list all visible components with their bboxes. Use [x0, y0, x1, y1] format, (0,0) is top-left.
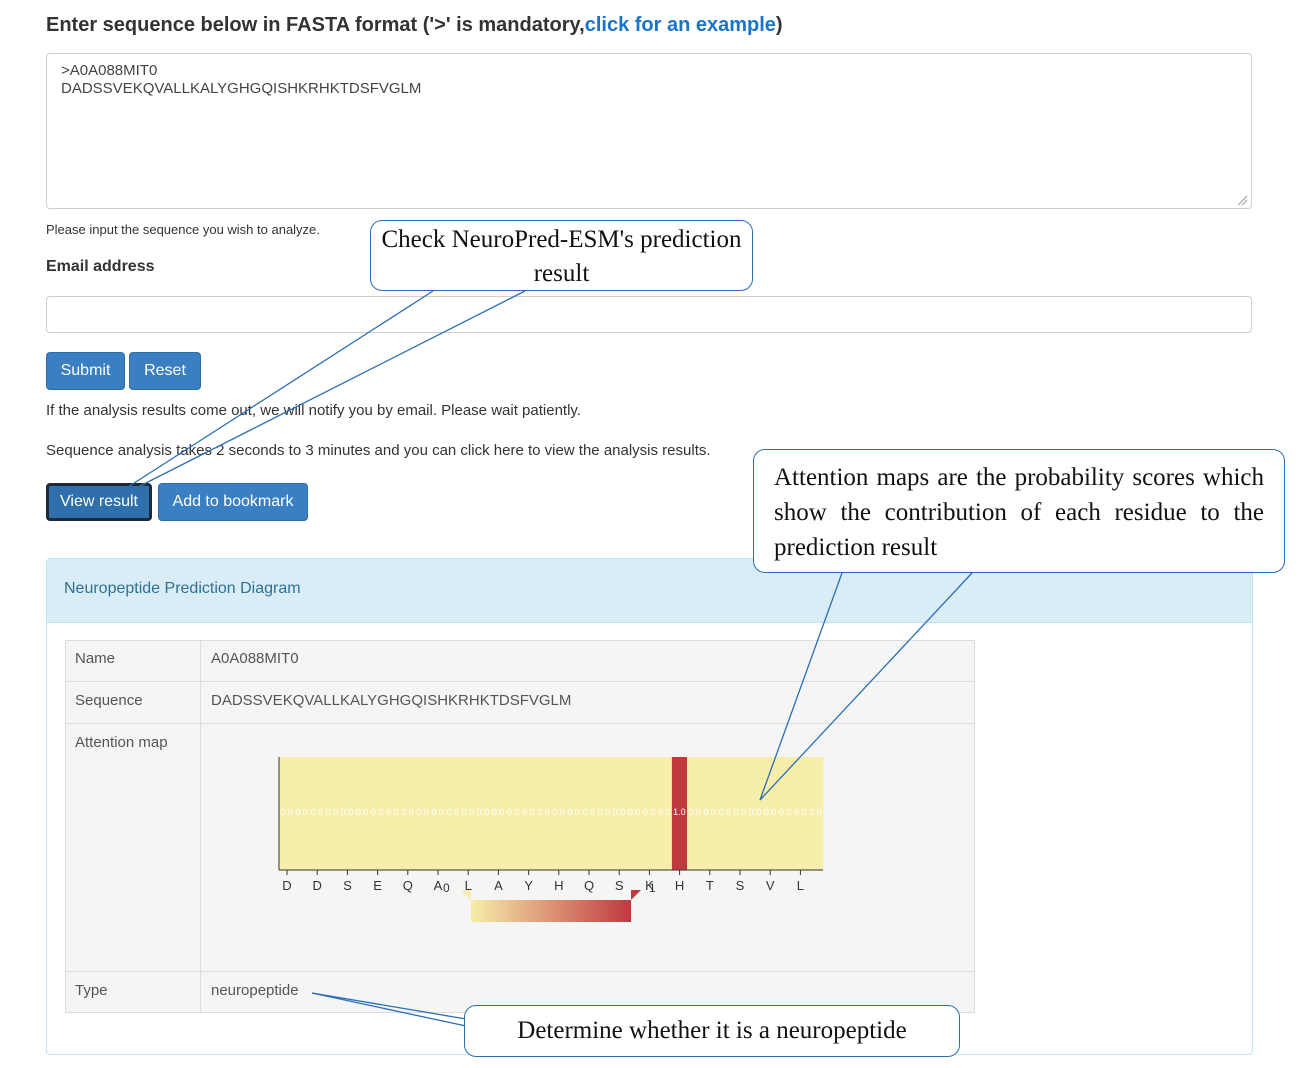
- heatmap-cell-value: 0.0: [643, 807, 656, 817]
- submit-button[interactable]: Submit: [46, 352, 125, 390]
- table-divider: [200, 640, 201, 1013]
- heatmap-cell-value: 0.0: [522, 807, 535, 817]
- row-divider: [65, 681, 975, 682]
- heatmap-tick-label: S: [615, 878, 624, 893]
- heatmap-tick-label: Y: [524, 878, 533, 893]
- heatmap-cell-value: 0.0: [688, 807, 701, 817]
- heatmap-tick-label: L: [797, 878, 804, 893]
- panel-title: Neuropeptide Prediction Diagram: [64, 580, 301, 597]
- heatmap-cell-value: 0.0: [326, 807, 339, 817]
- heatmap-cell-value: 0.0: [764, 807, 777, 817]
- heatmap-cell-value: 0.0: [749, 807, 762, 817]
- legend-min-label: 0: [443, 881, 450, 895]
- heatmap-cell-value: 0.0: [583, 807, 596, 817]
- heatmap-tick-label: D: [282, 878, 291, 893]
- heatmap-cell-value: 0.0: [492, 807, 505, 817]
- heatmap-cell-value: 0.0: [356, 807, 369, 817]
- resize-grip-icon[interactable]: [1236, 194, 1248, 206]
- heatmap-tick-label: T: [706, 878, 714, 893]
- heatmap-tick-label: A: [494, 878, 503, 893]
- heatmap-cell-value: 0.0: [719, 807, 732, 817]
- heatmap-cell-value: 0.0: [462, 807, 475, 817]
- heatmap-tick-label: D: [313, 878, 322, 893]
- heatmap-cell-value: 0.0: [552, 807, 565, 817]
- sequence-heading: Enter sequence below in FASTA format ('>…: [46, 14, 783, 37]
- legend-low-marker: [461, 890, 471, 900]
- notify-text: If the analysis results come out, we wil…: [46, 402, 581, 419]
- callout-attention-explain: Attention maps are the probability score…: [753, 449, 1285, 573]
- heatmap-cell-value: 0.0: [401, 807, 414, 817]
- heatmap-tick-label: S: [343, 878, 352, 893]
- heatmap-tick-label: Q: [403, 878, 413, 893]
- heatmap-cell-value: 0.0: [809, 807, 822, 817]
- heatmap-cell-value: 0.0: [658, 807, 671, 817]
- heatmap-cell-value: 0.0: [311, 807, 324, 817]
- row-divider: [65, 971, 975, 972]
- view-result-button[interactable]: View result: [46, 483, 152, 521]
- email-input[interactable]: [46, 296, 1252, 333]
- legend-high-marker: [631, 890, 641, 900]
- example-link[interactable]: click for an example: [585, 14, 776, 36]
- heatmap-cell-value: 0.0: [794, 807, 807, 817]
- heatmap-cell-value: 0.0: [371, 807, 384, 817]
- legend-gradient: [471, 900, 631, 922]
- heatmap-tick-label: S: [736, 878, 745, 893]
- heatmap-cell-value: 0.0: [734, 807, 747, 817]
- heatmap-cell-value: 0.0: [447, 807, 460, 817]
- add-bookmark-button[interactable]: Add to bookmark: [158, 483, 308, 521]
- heatmap-tick-label: A: [434, 878, 443, 893]
- heatmap-cell-value: 0.0: [386, 807, 399, 817]
- callout-check-result: Check NeuroPred-ESM's prediction result: [370, 220, 753, 291]
- legend-max-label: 1: [649, 881, 656, 895]
- sequence-help-text: Please input the sequence you wish to an…: [46, 222, 320, 237]
- heatmap-cell-value: 1.0: [673, 807, 686, 817]
- heatmap-cell-value: 0.0: [598, 807, 611, 817]
- email-label: Email address: [46, 258, 155, 275]
- heatmap-cell-value: 0.0: [703, 807, 716, 817]
- heatmap-tick-label: Q: [584, 878, 594, 893]
- heatmap-tick-label: H: [554, 878, 563, 893]
- heatmap-cell-value: 0.0: [507, 807, 520, 817]
- heatmap-cell-value: 0.0: [477, 807, 490, 817]
- row-divider: [65, 723, 975, 724]
- attention-map-label: Attention map: [75, 734, 168, 751]
- heatmap-cell-value: 0.0: [416, 807, 429, 817]
- heatmap-cell-value: 0.0: [613, 807, 626, 817]
- type-label: Type: [75, 982, 108, 999]
- heatmap-cell-value: 0.0: [567, 807, 580, 817]
- heatmap-tick-label: H: [675, 878, 684, 893]
- analysis-time-text: Sequence analysis takes 2 seconds to 3 m…: [46, 442, 711, 459]
- type-value: neuropeptide: [211, 982, 299, 999]
- sequence-label: Sequence: [75, 692, 143, 709]
- callout-determine: Determine whether it is a neuropeptide: [464, 1005, 960, 1057]
- heading-text: Enter sequence below in FASTA format ('>…: [46, 14, 585, 36]
- name-label: Name: [75, 650, 116, 667]
- heatmap-cell-value: 0.0: [779, 807, 792, 817]
- heatmap-cell-value: 0.0: [341, 807, 354, 817]
- heatmap-cell-value: 0.0: [537, 807, 550, 817]
- name-value: A0A088MIT0: [211, 650, 299, 667]
- heatmap-cell-value: 0.0: [295, 807, 308, 817]
- reset-button[interactable]: Reset: [129, 352, 201, 390]
- sequence-textarea[interactable]: >A0A088MIT0 DADSSVEKQVALLKALYGHGQISHKRHK…: [46, 53, 1252, 209]
- heading-suffix: ): [775, 14, 783, 36]
- heatmap-tick-label: E: [373, 878, 382, 893]
- attention-heatmap: 0.0 0.0 0.0 0.0 0.0 0.0 0.0 0.0 0.0 0.0 0.0 0.0 0.0 0…: [278, 757, 824, 922]
- heatmap-cell-value: 0.0: [431, 807, 444, 817]
- sequence-value: DADSSVEKQVALLKALYGHGQISHKRHKTDSFVGLM: [211, 692, 572, 709]
- heatmap-cell-value: 0.0: [280, 807, 293, 817]
- heatmap-tick-label: V: [766, 878, 775, 893]
- heatmap-cell-value: 0.0: [628, 807, 641, 817]
